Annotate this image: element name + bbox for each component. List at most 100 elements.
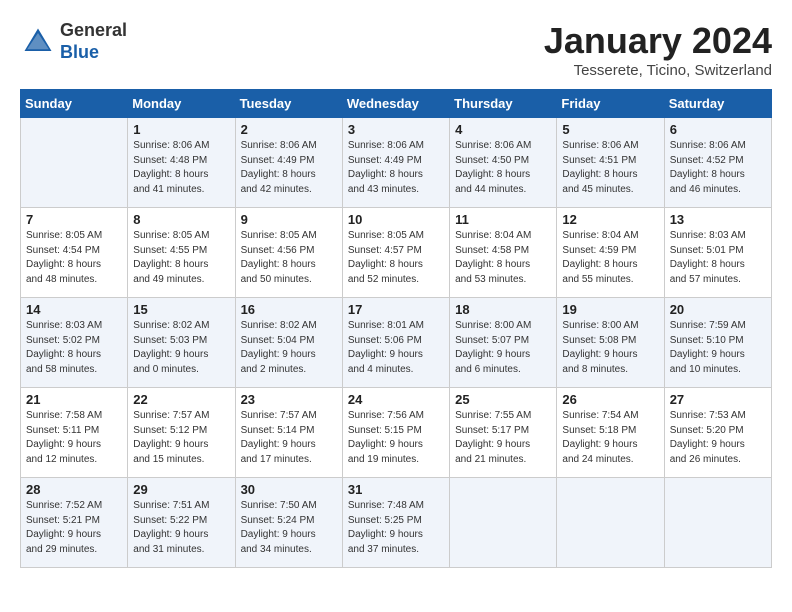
calendar-day-cell: 27Sunrise: 7:53 AM Sunset: 5:20 PM Dayli… — [664, 388, 771, 478]
calendar-day-cell: 13Sunrise: 8:03 AM Sunset: 5:01 PM Dayli… — [664, 208, 771, 298]
day-info: Sunrise: 7:52 AM Sunset: 5:21 PM Dayligh… — [26, 499, 122, 557]
calendar-week-row: 7 Sunrise: 8:05 AM Sunset: 4:54 PM Daylig… — [21, 208, 772, 298]
logo-blue: Blue — [60, 42, 99, 62]
calendar-day-cell: 8 Sunrise: 8:05 AM Sunset: 4:55 PM Daylig… — [128, 208, 235, 298]
day-number: 31 — [348, 482, 444, 497]
day-number: 21 — [26, 392, 122, 407]
day-info: Sunrise: 7:57 AM Sunset: 5:14 PM Dayligh… — [241, 409, 337, 467]
calendar-week-row: 1 Sunrise: 8:06 AM Sunset: 4:48 PM Daylig… — [21, 118, 772, 208]
day-info: Sunrise: 8:05 AM Sunset: 4:57 PM Dayligh… — [348, 229, 444, 287]
day-info: Sunrise: 7:50 AM Sunset: 5:24 PM Dayligh… — [241, 499, 337, 557]
day-number: 5 — [562, 122, 658, 137]
day-info: Sunrise: 8:03 AM Sunset: 5:01 PM Dayligh… — [670, 229, 766, 287]
day-info: Sunrise: 8:06 AM Sunset: 4:50 PM Dayligh… — [455, 139, 551, 197]
day-info: Sunrise: 8:04 AM Sunset: 4:58 PM Dayligh… — [455, 229, 551, 287]
calendar-week-row: 21 Sunrise: 7:58 AM Sunset: 5:11 PM Dayli… — [21, 388, 772, 478]
calendar-day-cell: 4Sunrise: 8:06 AM Sunset: 4:50 PM Daylig… — [450, 118, 557, 208]
calendar-day-cell: 28 Sunrise: 7:52 AM Sunset: 5:21 PM Dayli… — [21, 478, 128, 568]
calendar-day-cell: 7 Sunrise: 8:05 AM Sunset: 4:54 PM Daylig… — [21, 208, 128, 298]
calendar-day-cell: 3 Sunrise: 8:06 AM Sunset: 4:49 PM Daylig… — [342, 118, 449, 208]
day-number: 26 — [562, 392, 658, 407]
day-info: Sunrise: 7:51 AM Sunset: 5:22 PM Dayligh… — [133, 499, 229, 557]
weekday-header: Monday — [128, 90, 235, 118]
day-info: Sunrise: 7:54 AM Sunset: 5:18 PM Dayligh… — [562, 409, 658, 467]
weekday-header: Tuesday — [235, 90, 342, 118]
calendar-day-cell: 24 Sunrise: 7:56 AM Sunset: 5:15 PM Dayli… — [342, 388, 449, 478]
day-number: 7 — [26, 212, 122, 227]
calendar-day-cell: 25Sunrise: 7:55 AM Sunset: 5:17 PM Dayli… — [450, 388, 557, 478]
calendar-day-cell: 12 Sunrise: 8:04 AM Sunset: 4:59 PM Dayli… — [557, 208, 664, 298]
day-info: Sunrise: 7:57 AM Sunset: 5:12 PM Dayligh… — [133, 409, 229, 467]
day-number: 14 — [26, 302, 122, 317]
weekday-header: Friday — [557, 90, 664, 118]
calendar-day-cell: 31 Sunrise: 7:48 AM Sunset: 5:25 PM Dayli… — [342, 478, 449, 568]
calendar-day-cell: 1 Sunrise: 8:06 AM Sunset: 4:48 PM Daylig… — [128, 118, 235, 208]
day-info: Sunrise: 8:04 AM Sunset: 4:59 PM Dayligh… — [562, 229, 658, 287]
day-number: 6 — [670, 122, 766, 137]
day-info: Sunrise: 7:48 AM Sunset: 5:25 PM Dayligh… — [348, 499, 444, 557]
day-info: Sunrise: 8:05 AM Sunset: 4:54 PM Dayligh… — [26, 229, 122, 287]
day-info: Sunrise: 8:06 AM Sunset: 4:52 PM Dayligh… — [670, 139, 766, 197]
day-number: 8 — [133, 212, 229, 227]
calendar-day-cell: 10Sunrise: 8:05 AM Sunset: 4:57 PM Dayli… — [342, 208, 449, 298]
logo-text: General Blue — [60, 20, 127, 63]
calendar-day-cell: 2 Sunrise: 8:06 AM Sunset: 4:49 PM Daylig… — [235, 118, 342, 208]
day-number: 24 — [348, 392, 444, 407]
day-number: 19 — [562, 302, 658, 317]
calendar-day-cell: 19 Sunrise: 8:00 AM Sunset: 5:08 PM Dayli… — [557, 298, 664, 388]
weekday-header: Saturday — [664, 90, 771, 118]
title-area: January 2024 Tesserete, Ticino, Switzerl… — [544, 20, 772, 79]
day-info: Sunrise: 8:02 AM Sunset: 5:03 PM Dayligh… — [133, 319, 229, 377]
day-number: 9 — [241, 212, 337, 227]
day-info: Sunrise: 8:06 AM Sunset: 4:48 PM Dayligh… — [133, 139, 229, 197]
calendar-day-cell — [21, 118, 128, 208]
calendar-day-cell: 17 Sunrise: 8:01 AM Sunset: 5:06 PM Dayli… — [342, 298, 449, 388]
day-info: Sunrise: 8:06 AM Sunset: 4:49 PM Dayligh… — [241, 139, 337, 197]
page-header: General Blue January 2024 Tesserete, Tic… — [20, 20, 772, 79]
day-info: Sunrise: 8:01 AM Sunset: 5:06 PM Dayligh… — [348, 319, 444, 377]
day-number: 18 — [455, 302, 551, 317]
logo: General Blue — [20, 20, 127, 63]
weekday-header-row: SundayMondayTuesdayWednesdayThursdayFrid… — [21, 90, 772, 118]
day-info: Sunrise: 7:55 AM Sunset: 5:17 PM Dayligh… — [455, 409, 551, 467]
day-number: 20 — [670, 302, 766, 317]
day-number: 3 — [348, 122, 444, 137]
day-number: 1 — [133, 122, 229, 137]
weekday-header: Wednesday — [342, 90, 449, 118]
day-number: 27 — [670, 392, 766, 407]
calendar-day-cell — [557, 478, 664, 568]
calendar-day-cell: 14 Sunrise: 8:03 AM Sunset: 5:02 PM Dayli… — [21, 298, 128, 388]
day-number: 2 — [241, 122, 337, 137]
calendar-day-cell: 11 Sunrise: 8:04 AM Sunset: 4:58 PM Dayli… — [450, 208, 557, 298]
day-number: 12 — [562, 212, 658, 227]
day-number: 16 — [241, 302, 337, 317]
day-info: Sunrise: 7:58 AM Sunset: 5:11 PM Dayligh… — [26, 409, 122, 467]
location-subtitle: Tesserete, Ticino, Switzerland — [544, 62, 772, 79]
month-title: January 2024 — [544, 20, 772, 62]
day-number: 22 — [133, 392, 229, 407]
day-info: Sunrise: 8:06 AM Sunset: 4:49 PM Dayligh… — [348, 139, 444, 197]
calendar-day-cell: 21 Sunrise: 7:58 AM Sunset: 5:11 PM Dayli… — [21, 388, 128, 478]
day-number: 28 — [26, 482, 122, 497]
day-info: Sunrise: 8:00 AM Sunset: 5:07 PM Dayligh… — [455, 319, 551, 377]
calendar-week-row: 14 Sunrise: 8:03 AM Sunset: 5:02 PM Dayli… — [21, 298, 772, 388]
day-number: 30 — [241, 482, 337, 497]
calendar-day-cell: 30 Sunrise: 7:50 AM Sunset: 5:24 PM Dayli… — [235, 478, 342, 568]
calendar-table: SundayMondayTuesdayWednesdayThursdayFrid… — [20, 89, 772, 568]
calendar-day-cell: 6 Sunrise: 8:06 AM Sunset: 4:52 PM Daylig… — [664, 118, 771, 208]
day-number: 15 — [133, 302, 229, 317]
weekday-header: Sunday — [21, 90, 128, 118]
day-info: Sunrise: 7:56 AM Sunset: 5:15 PM Dayligh… — [348, 409, 444, 467]
day-info: Sunrise: 8:05 AM Sunset: 4:55 PM Dayligh… — [133, 229, 229, 287]
day-info: Sunrise: 8:00 AM Sunset: 5:08 PM Dayligh… — [562, 319, 658, 377]
day-info: Sunrise: 8:05 AM Sunset: 4:56 PM Dayligh… — [241, 229, 337, 287]
day-number: 17 — [348, 302, 444, 317]
day-info: Sunrise: 8:03 AM Sunset: 5:02 PM Dayligh… — [26, 319, 122, 377]
weekday-header: Thursday — [450, 90, 557, 118]
calendar-day-cell: 5Sunrise: 8:06 AM Sunset: 4:51 PM Daylig… — [557, 118, 664, 208]
logo-icon — [20, 24, 56, 60]
calendar-day-cell: 23Sunrise: 7:57 AM Sunset: 5:14 PM Dayli… — [235, 388, 342, 478]
day-number: 11 — [455, 212, 551, 227]
calendar-day-cell — [450, 478, 557, 568]
calendar-day-cell: 9 Sunrise: 8:05 AM Sunset: 4:56 PM Daylig… — [235, 208, 342, 298]
